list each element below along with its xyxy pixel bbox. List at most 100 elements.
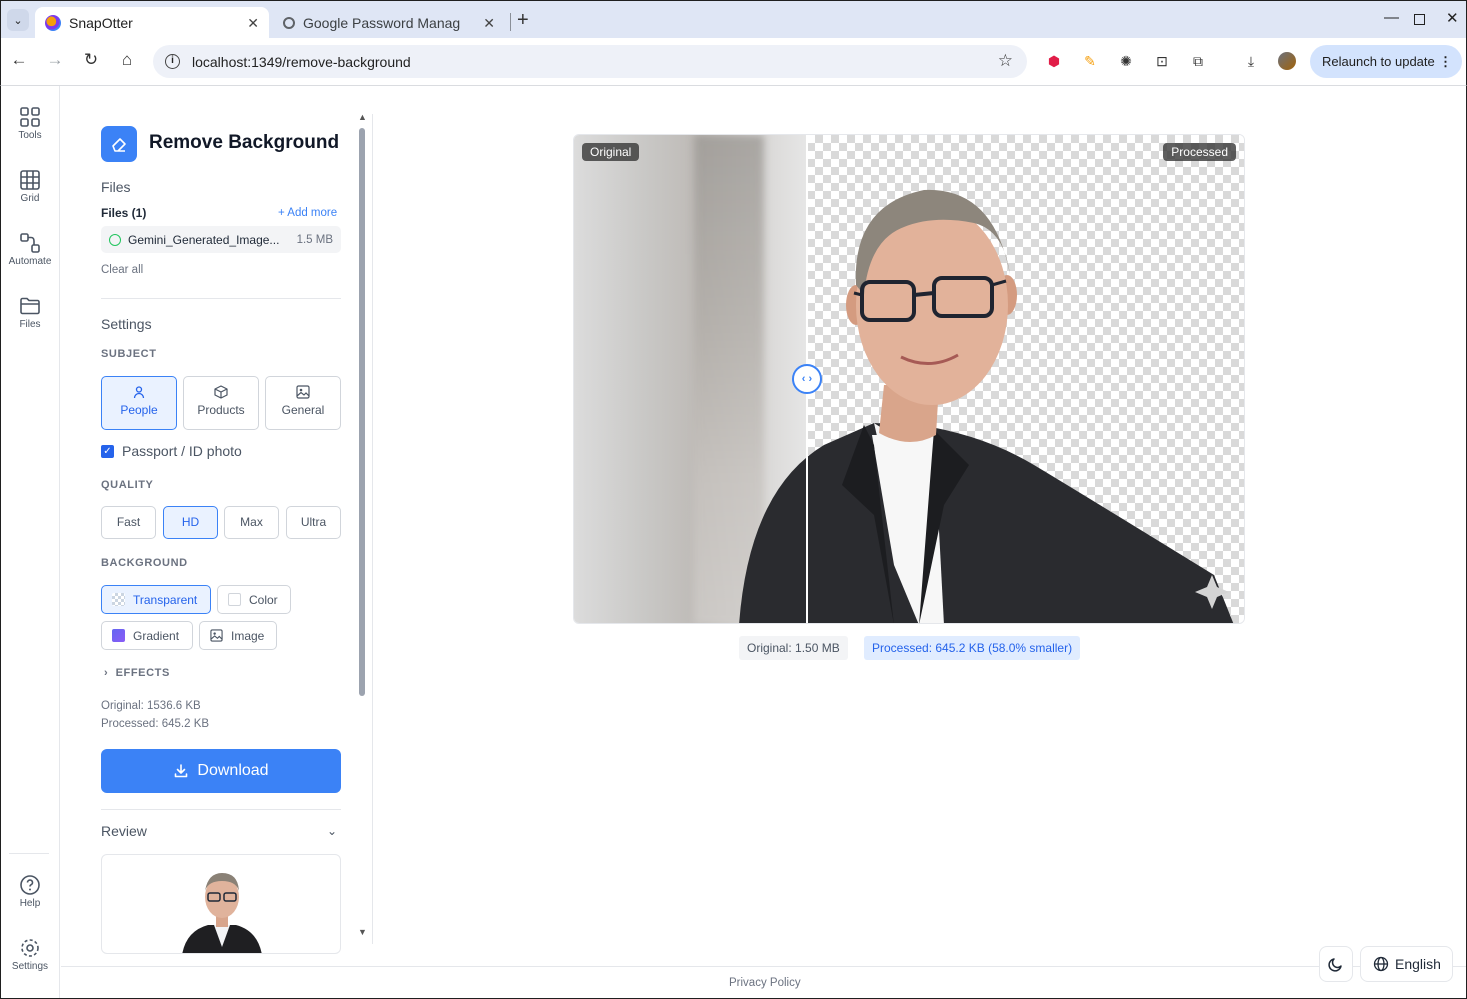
rail-label: Settings bbox=[11, 961, 49, 972]
tab-password-manager[interactable]: Google Password Manag ✕ bbox=[273, 7, 505, 39]
forward-icon[interactable]: → bbox=[44, 50, 66, 70]
relaunch-button[interactable]: Relaunch to update ⋮ bbox=[1310, 45, 1462, 78]
snapotter-favicon bbox=[45, 15, 61, 31]
extension-gear-icon[interactable]: ✺ bbox=[1117, 52, 1135, 70]
language-selector[interactable]: English bbox=[1360, 946, 1453, 982]
gear-icon bbox=[21, 939, 39, 957]
page-title: Remove Background bbox=[149, 132, 340, 153]
review-heading[interactable]: Review bbox=[101, 823, 147, 839]
bg-option-label: Transparent bbox=[133, 592, 198, 607]
theme-toggle-button[interactable] bbox=[1319, 946, 1353, 982]
close-tab-icon[interactable]: ✕ bbox=[247, 15, 259, 32]
processed-size-stat: Processed: 645.2 KB bbox=[101, 718, 210, 730]
globe-icon bbox=[1373, 956, 1389, 972]
quality-fast-button[interactable]: Fast bbox=[101, 506, 156, 539]
back-icon[interactable]: ← bbox=[8, 50, 30, 70]
background-transparent-button[interactable]: Transparent bbox=[101, 585, 211, 614]
extension-shield-icon[interactable]: ⬢ bbox=[1045, 52, 1063, 70]
address-bar[interactable]: i localhost:1349/remove-background ☆ bbox=[153, 45, 1027, 78]
bookmark-star-icon[interactable]: ☆ bbox=[998, 51, 1013, 71]
home-icon[interactable]: ⌂ bbox=[116, 50, 138, 70]
quality-hd-button[interactable]: HD bbox=[163, 506, 218, 539]
files-heading: Files bbox=[101, 179, 131, 195]
rail-item-help[interactable]: Help bbox=[1, 874, 59, 909]
tab-title: SnapOtter bbox=[69, 15, 133, 31]
chevron-down-icon[interactable]: ⌄ bbox=[327, 824, 337, 838]
clear-all-link[interactable]: Clear all bbox=[101, 264, 143, 276]
profile-avatar[interactable] bbox=[1278, 52, 1296, 70]
language-label: English bbox=[1395, 956, 1441, 972]
minimize-icon[interactable]: — bbox=[1384, 9, 1399, 26]
footer: Privacy Policy bbox=[61, 966, 1466, 998]
check-circle-icon bbox=[109, 233, 121, 246]
divider bbox=[101, 809, 341, 810]
passport-checkbox[interactable]: ✓ bbox=[101, 444, 114, 458]
rail-item-files[interactable]: Files bbox=[1, 295, 59, 330]
background-color-button[interactable]: Color bbox=[217, 585, 291, 614]
download-icon[interactable]: ⤓ bbox=[1242, 52, 1260, 70]
rail-label: Automate bbox=[8, 256, 52, 267]
rail-item-settings[interactable]: Settings bbox=[1, 937, 59, 972]
tab-search-button[interactable]: ⌄ bbox=[7, 9, 29, 31]
rail-label: Files bbox=[19, 319, 41, 330]
background-gradient-button[interactable]: Gradient bbox=[101, 621, 193, 650]
background-image-button[interactable]: Image bbox=[199, 621, 277, 650]
file-item[interactable]: Gemini_Generated_Image... 1.5 MB bbox=[101, 226, 341, 253]
extension-robot-icon[interactable]: ⊡ bbox=[1153, 52, 1171, 70]
extension-edit-icon[interactable]: ✎ bbox=[1081, 52, 1099, 70]
new-tab-icon[interactable]: + bbox=[517, 9, 529, 32]
download-icon bbox=[175, 764, 188, 778]
privacy-policy-link[interactable]: Privacy Policy bbox=[729, 977, 801, 989]
rail-item-tools[interactable]: Tools bbox=[1, 106, 59, 141]
box-icon bbox=[214, 385, 228, 399]
files-count: Files (1) bbox=[101, 206, 147, 220]
quality-ultra-button[interactable]: Ultra bbox=[286, 506, 341, 539]
bg-option-label: Image bbox=[231, 628, 265, 643]
url-text: localhost:1349/remove-background bbox=[192, 53, 411, 70]
subject-people-button[interactable]: People bbox=[101, 376, 177, 430]
subject-label-text: General bbox=[281, 403, 325, 417]
file-size: 1.5 MB bbox=[296, 233, 333, 246]
panel-scrollbar[interactable]: ▲ ▼ bbox=[358, 112, 367, 944]
scroll-up-icon[interactable]: ▲ bbox=[358, 112, 367, 122]
effects-toggle[interactable]: › EFFECTS bbox=[104, 667, 170, 679]
bg-option-label: Gradient bbox=[133, 628, 180, 643]
scroll-down-icon[interactable]: ▼ bbox=[358, 927, 367, 937]
portrait-subject bbox=[739, 189, 1234, 623]
before-after-viewer[interactable]: ‹ › Original Processed bbox=[573, 134, 1245, 624]
maximize-icon[interactable] bbox=[1414, 14, 1425, 25]
close-tab-icon[interactable]: ✕ bbox=[483, 15, 495, 32]
browser-toolbar: ← → ↻ ⌂ i localhost:1349/remove-backgrou… bbox=[0, 38, 1467, 86]
add-more-link[interactable]: + Add more bbox=[278, 207, 337, 219]
eraser-icon bbox=[101, 126, 137, 162]
rail-divider bbox=[9, 853, 49, 854]
compare-slider-handle[interactable]: ‹ › bbox=[792, 364, 822, 394]
grid-icon bbox=[20, 107, 40, 127]
rail-label: Tools bbox=[18, 130, 42, 141]
subject-products-button[interactable]: Products bbox=[183, 376, 259, 430]
review-thumbnail[interactable] bbox=[101, 854, 341, 954]
color-swatch-icon bbox=[228, 593, 241, 606]
passport-checkbox-row[interactable]: ✓ Passport / ID photo bbox=[101, 443, 242, 459]
extensions-puzzle-icon[interactable]: ⧉ bbox=[1189, 52, 1207, 70]
nav-rail: Tools Grid Automate Files Help Settings bbox=[1, 86, 60, 998]
subject-general-button[interactable]: General bbox=[265, 376, 341, 430]
chevron-right-icon: › bbox=[104, 667, 109, 679]
rail-item-grid[interactable]: Grid bbox=[1, 169, 59, 204]
close-window-icon[interactable]: ✕ bbox=[1446, 9, 1459, 27]
rail-label: Grid bbox=[20, 193, 40, 204]
processed-size-chip: Processed: 645.2 KB (58.0% smaller) bbox=[864, 636, 1081, 660]
scrollbar-thumb[interactable] bbox=[359, 128, 365, 696]
tab-title: Google Password Manag bbox=[303, 15, 461, 31]
download-button[interactable]: Download bbox=[101, 749, 341, 793]
reload-icon[interactable]: ↻ bbox=[80, 50, 102, 70]
background-label: BACKGROUND bbox=[101, 557, 188, 569]
rail-label: Help bbox=[19, 898, 41, 909]
site-info-icon[interactable]: i bbox=[165, 54, 180, 69]
tab-snapotter[interactable]: SnapOtter ✕ bbox=[35, 7, 269, 39]
rail-item-automate[interactable]: Automate bbox=[1, 232, 59, 267]
table-icon bbox=[20, 170, 40, 190]
menu-dots-icon[interactable]: ⋮ bbox=[1439, 54, 1452, 70]
settings-heading: Settings bbox=[101, 316, 152, 332]
quality-max-button[interactable]: Max bbox=[224, 506, 279, 539]
